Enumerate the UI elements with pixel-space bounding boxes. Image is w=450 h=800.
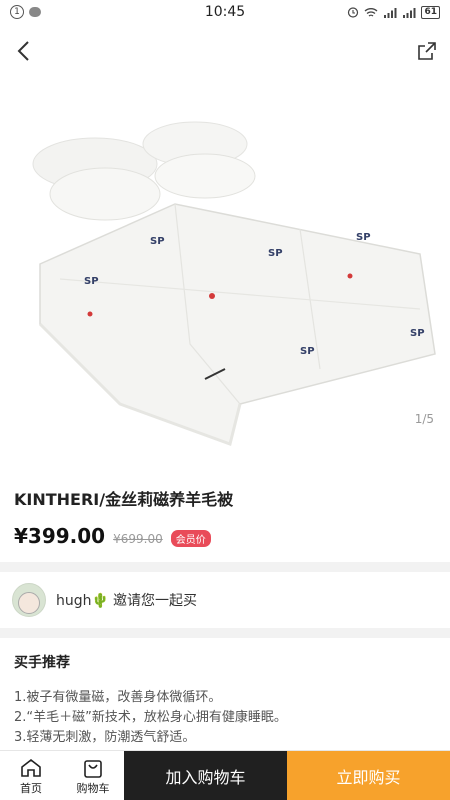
wifi-icon <box>365 7 378 17</box>
image-pager: 1/5 <box>414 412 434 426</box>
avatar[interactable] <box>12 583 46 617</box>
invite-message: 邀请您一起买 <box>112 593 197 609</box>
svg-text:SP: SP <box>150 236 165 247</box>
message-icon <box>29 7 41 17</box>
status-left: 1 <box>10 5 130 19</box>
svg-text:SP: SP <box>300 346 315 357</box>
signal-icon-2 <box>403 7 416 18</box>
svg-text:SP: SP <box>268 248 283 259</box>
buy-now-button[interactable]: 立即购买 <box>287 751 450 800</box>
svg-text:SP: SP <box>84 276 99 287</box>
share-button[interactable] <box>412 36 442 66</box>
status-time: 10:45 <box>204 4 246 20</box>
notification-count-badge: 1 <box>10 5 24 19</box>
alarm-icon <box>348 7 359 18</box>
recommendation-item: 1.被子有微量磁，改善身体微循环。 <box>14 690 222 705</box>
status-bar: 1 10:45 61 <box>0 0 450 24</box>
buyer-recommendation: 买手推荐 1.被子有微量磁，改善身体微循环。 2.“羊毛＋磁”新技术，放松身心拥… <box>0 638 450 748</box>
username: hugh <box>56 593 92 609</box>
section-divider <box>0 628 450 638</box>
invite-row[interactable]: hugh🌵 邀请您一起买 <box>0 572 450 628</box>
price-row: ¥399.00 ¥699.00 会员价 <box>14 524 436 548</box>
home-label: 首页 <box>20 781 42 795</box>
product-info: KINTHERI/金丝莉磁养羊毛被 ¥399.00 ¥699.00 会员价 <box>0 464 450 562</box>
home-button[interactable]: 首页 <box>0 751 62 800</box>
section-divider <box>0 562 450 572</box>
recommendation-title: 买手推荐 <box>14 655 70 671</box>
svg-text:SP: SP <box>410 328 425 339</box>
original-price: ¥699.00 <box>113 532 163 546</box>
shopping-bag-icon <box>84 759 102 778</box>
recommendation-item: 2.“羊毛＋磁”新技术，放松身心拥有健康睡眠。 <box>14 710 287 725</box>
avatar-face <box>18 592 40 614</box>
cactus-icon: 🌵 <box>91 593 109 609</box>
home-icon <box>21 758 41 777</box>
chevron-left-icon <box>17 41 29 61</box>
add-to-cart-button[interactable]: 加入购物车 <box>124 751 287 800</box>
cart-nav-button[interactable]: 购物车 <box>62 751 124 800</box>
bottom-action-bar: 首页 购物车 加入购物车 立即购买 <box>0 750 450 800</box>
svg-text:SP: SP <box>356 232 371 243</box>
member-price-tag: 会员价 <box>170 530 211 547</box>
sale-price: ¥399.00 <box>14 524 106 548</box>
status-right: 61 <box>320 5 440 19</box>
product-image-carousel[interactable]: SP SP SP SP SP SP 1/5 <box>0 24 450 464</box>
recommendation-item: 3.轻薄无刺激，防潮透气舒适。 <box>14 730 196 745</box>
product-image: SP SP SP SP SP SP <box>32 121 436 446</box>
back-button[interactable] <box>8 36 38 66</box>
invite-text: hugh🌵 邀请您一起买 <box>56 590 197 610</box>
signal-icon-1 <box>384 7 397 18</box>
product-title: KINTHERI/金丝莉磁养羊毛被 <box>14 490 234 509</box>
share-icon <box>418 42 436 60</box>
cart-label: 购物车 <box>76 781 110 795</box>
battery-icon: 61 <box>421 5 440 19</box>
